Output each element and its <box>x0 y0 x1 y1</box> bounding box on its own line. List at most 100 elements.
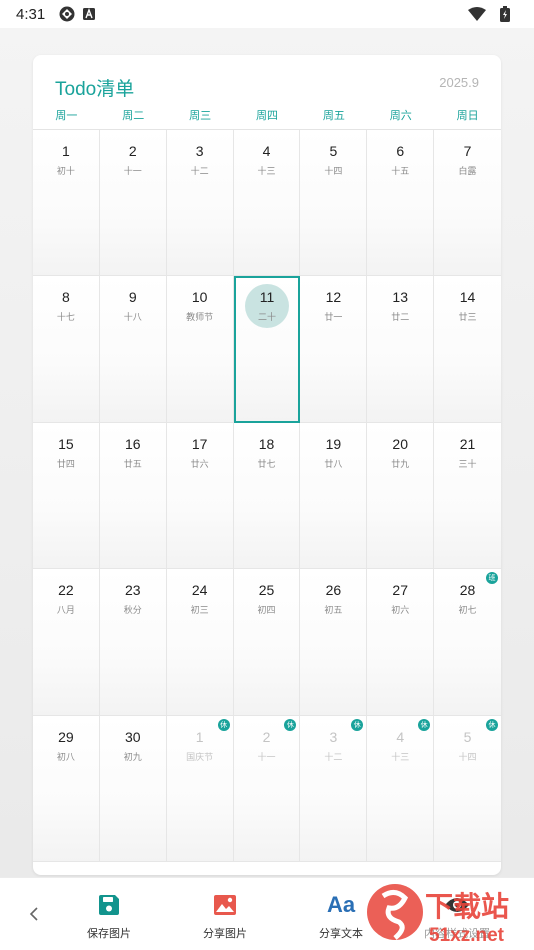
weekday-label: 周日 <box>456 109 479 122</box>
chevron-left-icon <box>29 907 38 921</box>
calendar-day[interactable]: 26 初五 <box>300 569 368 716</box>
lunar-label: 初三 <box>190 606 209 617</box>
calendar-day[interactable]: 13 廿二 <box>367 276 435 423</box>
calendar-month: 2025.9 <box>439 75 479 90</box>
holiday-badge: 休 <box>217 718 230 731</box>
lunar-label: 十五 <box>391 167 410 177</box>
calendar-day[interactable]: 9 十八 <box>99 276 167 423</box>
save-image-button[interactable]: 保存图片 <box>64 890 154 941</box>
content-style-button[interactable]: 内容样式设置 <box>412 890 502 941</box>
day-number: 11 <box>259 289 275 306</box>
calendar-day[interactable]: 4 十三 <box>233 130 301 277</box>
calendar-day[interactable]: 2 十一 <box>99 130 167 277</box>
calendar-day[interactable]: 12 廿一 <box>300 276 368 423</box>
calendar-day[interactable]: 3 十二 <box>166 130 234 277</box>
share-text-label: 分享文本 <box>319 927 363 940</box>
day-number: 15 <box>58 435 74 452</box>
weekday-label: 周二 <box>122 109 145 122</box>
lunar-label: 秋分 <box>123 606 142 617</box>
day-number: 5 <box>329 143 338 159</box>
weekday-label: 周四 <box>256 109 278 122</box>
lunar-label: 廿二 <box>391 313 410 324</box>
calendar-day[interactable]: 休 1 国庆节 <box>166 715 234 862</box>
calendar-day[interactable]: 17 廿六 <box>166 422 234 570</box>
calendar-day[interactable]: 15 廿四 <box>33 422 100 570</box>
day-number: 1 <box>62 143 70 159</box>
calendar-day[interactable]: 30 初九 <box>99 715 167 862</box>
calendar-day[interactable]: 22 八月 <box>33 569 100 716</box>
calendar-day[interactable]: 27 初六 <box>367 569 435 716</box>
calendar-grid: 1 初十 2 十一 3 十二 4 十三 5 十四 6 十五 7 白露 8 十七 9 十八 10 教师节 11 二十 12 廿一… <box>33 129 501 862</box>
day-number: 28 <box>459 582 476 599</box>
lunar-label: 十一 <box>123 167 142 177</box>
lunar-label: 初六 <box>391 606 410 617</box>
day-number: 25 <box>258 582 275 599</box>
calendar-day[interactable]: 8 十七 <box>33 276 100 423</box>
day-number: 2 <box>128 143 137 159</box>
lunar-label: 廿八 <box>324 459 343 470</box>
calendar-day[interactable]: 7 白露 <box>434 130 501 277</box>
lunar-label: 廿九 <box>391 459 410 470</box>
calendar-day[interactable]: 18 廿七 <box>233 422 301 570</box>
a-badge-icon <box>83 8 96 20</box>
day-number: 20 <box>392 435 408 452</box>
calendar-title: Todo清单 <box>55 79 135 100</box>
lunar-label: 十二 <box>190 167 209 177</box>
lunar-label: 十四 <box>324 167 343 177</box>
holiday-badge: 休 <box>351 718 364 731</box>
lunar-label: 国庆节 <box>186 752 214 763</box>
status-time: 4:31 <box>16 5 46 23</box>
battery-charging-icon <box>500 6 510 22</box>
day-number: 19 <box>325 435 342 452</box>
share-text-button[interactable]: Aa 分享文本 <box>296 890 386 941</box>
calendar-day[interactable]: 休 3 十二 <box>300 715 368 862</box>
day-number: 29 <box>58 728 74 745</box>
calendar-day[interactable]: 20 廿九 <box>367 422 435 570</box>
calendar-day[interactable]: 5 十四 <box>300 130 368 277</box>
calendar-day[interactable]: 16 廿五 <box>99 422 167 570</box>
calendar-day-today[interactable]: 11 二十 <box>233 276 301 423</box>
holiday-badge: 休 <box>284 718 297 731</box>
lunar-label: 十八 <box>123 313 142 324</box>
lunar-label: 廿六 <box>190 459 209 470</box>
day-number: 27 <box>392 582 408 599</box>
lunar-label: 初九 <box>123 752 142 763</box>
calendar-day[interactable]: 25 初四 <box>233 569 301 716</box>
calendar-day[interactable]: 14 廿三 <box>434 276 501 423</box>
content-style-label: 内容样式设置 <box>424 927 490 940</box>
day-number: 10 <box>191 289 208 306</box>
lunar-label: 廿五 <box>123 459 142 470</box>
lunar-label: 初八 <box>56 752 75 763</box>
calendar-day[interactable]: 1 初十 <box>33 130 100 277</box>
holiday-badge: 休 <box>485 718 498 731</box>
share-image-button[interactable]: 分享图片 <box>180 890 270 941</box>
day-number: 24 <box>191 582 208 599</box>
calendar-day[interactable]: 休 2 十一 <box>233 715 301 862</box>
weekday-label: 周三 <box>189 109 212 122</box>
calendar-day[interactable]: 24 初三 <box>166 569 234 716</box>
lunar-label: 十二 <box>324 752 343 763</box>
day-number: 16 <box>124 435 141 452</box>
save-image-label: 保存图片 <box>87 927 131 940</box>
day-number: 9 <box>128 289 137 306</box>
calendar-day[interactable]: 休 4 十三 <box>367 715 435 862</box>
calendar-day[interactable]: 19 廿八 <box>300 422 368 570</box>
calendar-day[interactable]: 29 初八 <box>33 715 100 862</box>
calendar-day[interactable]: 23 秋分 <box>99 569 167 716</box>
calendar-day[interactable]: 21 三十 <box>434 422 501 570</box>
calendar-day[interactable]: 休 5 十四 <box>434 715 501 862</box>
bottom-toolbar: 保存图片 分享图片 Aa 分享文本 内容样式设置 <box>0 877 534 950</box>
lunar-label: 廿四 <box>56 459 75 470</box>
lunar-label: 十三 <box>257 167 276 177</box>
calendar-day[interactable]: 班 28 初七 <box>434 569 501 716</box>
day-number: 18 <box>258 435 275 452</box>
day-number: 5 <box>463 728 472 745</box>
day-number: 30 <box>124 728 141 745</box>
calendar-day[interactable]: 6 十五 <box>367 130 435 277</box>
holiday-badge: 休 <box>418 718 431 731</box>
back-button[interactable] <box>22 902 46 926</box>
day-number: 6 <box>396 143 405 159</box>
calendar-day[interactable]: 10 教师节 <box>166 276 234 423</box>
day-number: 22 <box>58 582 74 599</box>
image-icon <box>214 895 236 915</box>
